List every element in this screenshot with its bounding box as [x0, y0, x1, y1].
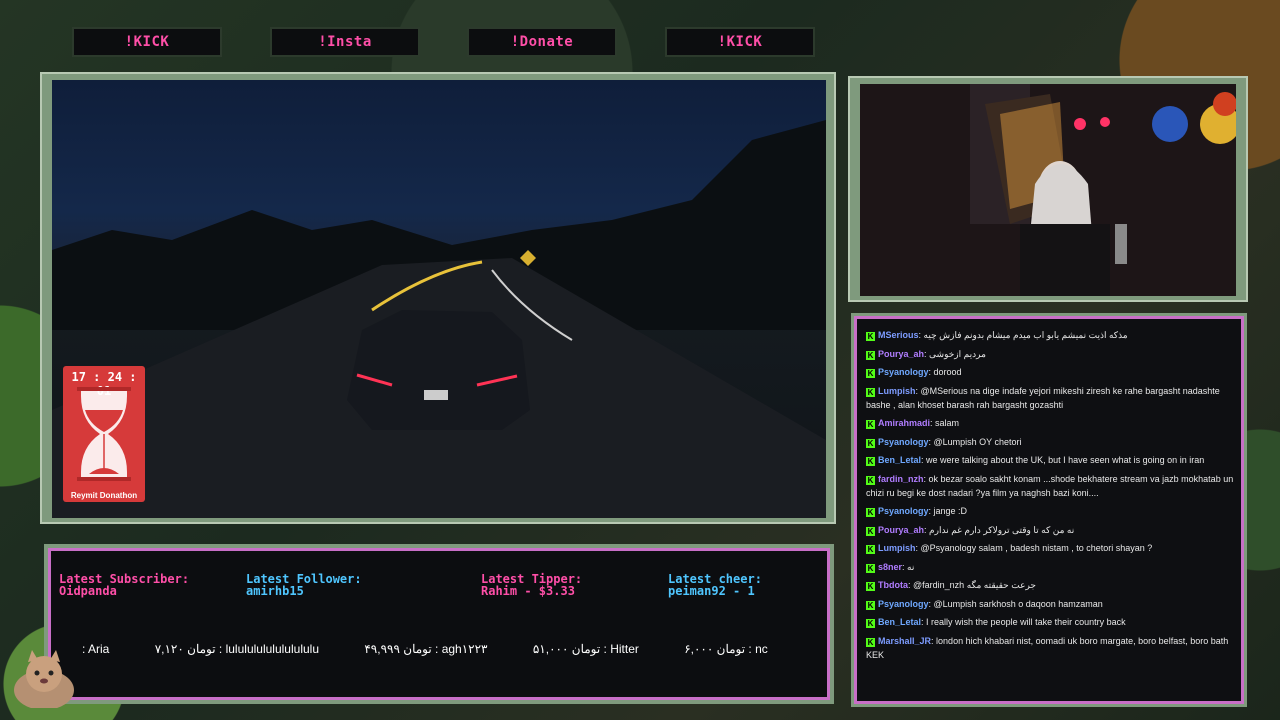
chat-message: K Lumpish: @Psyanology salam , badesh nis…: [866, 541, 1236, 555]
chat-username[interactable]: Ben_Letal: [878, 617, 921, 627]
chat-username[interactable]: Psyanology: [878, 437, 929, 447]
chat-message: K Psyanology: @Lumpish sarkhosh o daqoon …: [866, 597, 1236, 611]
chat-text: @fardin_nzh جرعت حقیقته مگه: [913, 580, 1036, 590]
game-capture: [52, 80, 826, 518]
chat-text: نه: [907, 561, 915, 572]
kick-command-button[interactable]: !KICK: [72, 27, 222, 57]
ticker-item: : Aria: [82, 642, 110, 656]
chat-text: نه من که تا وقتی ترولاکر دارم غم ندارم: [929, 524, 1075, 535]
chat-username[interactable]: Psyanology: [878, 367, 929, 377]
chat-username[interactable]: Psyanology: [878, 599, 929, 609]
latest-cheer: Latest cheer: peiman92 - 1: [668, 573, 762, 597]
chat-message: Ks8ner: نه: [866, 560, 1236, 574]
hourglass-icon: [77, 387, 131, 481]
latest-subscriber: Latest Subscriber: Oidpanda: [59, 573, 189, 597]
chat-message: K Psyanology: @Lumpish OY chetori: [866, 435, 1236, 449]
ticker-item: ۵۱,۰۰۰ تومان : Hitter: [532, 642, 639, 656]
latest-subscriber-value: Oidpanda: [59, 584, 117, 598]
chat-text: I really wish the people will take their…: [926, 617, 1126, 627]
chat-username[interactable]: Pourya_ah: [878, 525, 924, 535]
chat-username[interactable]: Ben_Letal: [878, 455, 921, 465]
chat-username[interactable]: Pourya_ah: [878, 349, 924, 359]
latest-tipper: Latest Tipper: Rahim - $3.33: [481, 573, 582, 597]
chat-message: K Psyanology: jange :D: [866, 504, 1236, 518]
kick-badge-icon: K: [866, 387, 875, 397]
chat-text: salam: [935, 418, 960, 428]
kick-command-button-2[interactable]: !KICK: [665, 27, 815, 57]
chat-username[interactable]: Lumpish: [878, 386, 916, 396]
kick-badge-icon: K: [866, 369, 875, 378]
ticker-item: ۷,۱۲۰ تومان : lulululululululululu: [154, 642, 319, 656]
chat-username[interactable]: fardin_nzh: [878, 474, 924, 484]
ticker-item: ۶,۰۰۰ تومان : nc: [684, 642, 768, 656]
kick-badge-icon: K: [866, 563, 875, 573]
kick-badge-icon: K: [866, 526, 875, 536]
kick-badge-icon: K: [866, 600, 875, 610]
insta-command-button[interactable]: !Insta: [270, 27, 420, 57]
latest-follower: Latest Follower: amirhb15: [246, 573, 362, 597]
stats-bar: [48, 548, 830, 700]
chat-message: K Tbdota: @fardin_nzh جرعت حقیقته مگه: [866, 578, 1236, 592]
timer-label: Reymit Donathon: [70, 491, 138, 500]
chat-message: K MSerious: مذکه اذیت نمیشم یابو اب میدم …: [866, 328, 1236, 342]
kick-badge-icon: K: [866, 457, 875, 466]
kick-badge-icon: K: [866, 582, 875, 591]
chat-text: jange :D: [933, 506, 968, 516]
chat-username[interactable]: s8ner: [878, 562, 902, 572]
kick-badge-icon: K: [866, 475, 875, 485]
chat-text: @Psyanology salam , badesh nistam , to c…: [920, 543, 1153, 553]
kick-badge-icon: K: [866, 332, 875, 341]
kick-badge-icon: K: [866, 508, 875, 517]
latest-follower-value: amirhb15: [246, 584, 304, 598]
kick-badge-icon: K: [866, 619, 875, 628]
chat-username[interactable]: Marshall_JR: [878, 636, 931, 646]
chat-username[interactable]: Lumpish: [878, 543, 916, 553]
chat-message: K Pourya_ah: نه من که تا وقتی ترولاکر دار…: [866, 523, 1236, 537]
chat-username[interactable]: Tbdota: [878, 580, 908, 590]
kick-badge-icon: K: [866, 420, 875, 429]
donation-ticker: : Aria ۷,۱۲۰ تومان : lululululululululul…: [82, 642, 810, 658]
chat-text: @Lumpish OY chetori: [933, 436, 1022, 447]
chat-log[interactable]: K MSerious: مذکه اذیت نمیشم یابو اب میدم …: [866, 328, 1236, 698]
chat-message: K Marshall_JR: london hich khabari nist, …: [866, 634, 1236, 662]
chat-text: @Lumpish sarkhosh o daqoon hamzaman: [933, 598, 1103, 609]
chat-username[interactable]: MSerious: [878, 330, 919, 340]
chat-text: we were talking about the UK, but I have…: [926, 455, 1205, 465]
webcam-scene: [860, 84, 1236, 296]
chat-username[interactable]: Amirahmadi: [878, 418, 930, 428]
kick-badge-icon: K: [866, 637, 875, 647]
latest-tipper-value: Rahim - $3.33: [481, 584, 575, 598]
kick-badge-icon: K: [866, 545, 875, 554]
donathon-timer: 17 : 24 : 01 Reymit Donathon: [63, 366, 145, 502]
latest-cheer-value: peiman92 - 1: [668, 584, 755, 598]
chat-message: K Ben_Letal: I really wish the people wil…: [866, 615, 1236, 629]
chat-message: K Amirahmadi: salam: [866, 416, 1236, 430]
cat-mascot-icon: [14, 650, 74, 708]
chat-text: مذکه اذیت نمیشم یابو اب میدم میشام بدونم…: [923, 330, 1128, 340]
kick-badge-icon: K: [866, 350, 875, 360]
chat-message: Kfardin_nzh: ok bezar soalo sakht konam …: [866, 472, 1236, 500]
chat-text: مردیم ازخوشی: [929, 348, 986, 359]
night-road-scene: [52, 120, 826, 518]
donate-command-button[interactable]: !Donate: [467, 27, 617, 57]
webcam-feed: [860, 84, 1236, 296]
ticker-item: ۴۹,۹۹۹ تومان : agh۱۲۲۳: [364, 642, 488, 656]
chat-message: K Ben_Letal: we were talking about the UK…: [866, 453, 1236, 467]
chat-message: K Pourya_ah: مردیم ازخوشی: [866, 347, 1236, 361]
chat-message: K Lumpish: @MSerious na dige indafe yejor…: [866, 384, 1236, 412]
chat-username[interactable]: Psyanology: [878, 506, 929, 516]
chat-text: dorood: [933, 367, 962, 377]
kick-badge-icon: K: [866, 438, 875, 448]
chat-message: K Psyanology: dorood: [866, 365, 1236, 379]
